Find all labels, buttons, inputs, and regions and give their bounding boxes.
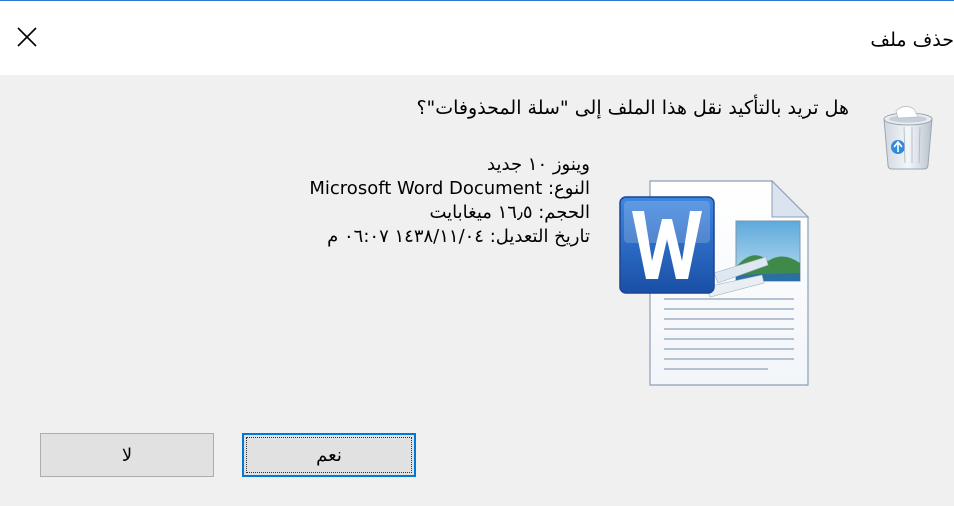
dialog-title: حذف ملف bbox=[870, 29, 954, 51]
file-modified-date: تاريخ التعديل: ١٤٣٨/١١/٠٤ ٠٦:٠٧ م bbox=[327, 226, 590, 247]
word-document-icon bbox=[618, 177, 816, 389]
no-button-label: لا bbox=[121, 444, 133, 466]
file-details: وينوز ١٠ جديد النوع: Microsoft Word Docu… bbox=[309, 153, 590, 249]
file-size: الحجم: ١٦٫٥ ميغابايت bbox=[429, 202, 590, 223]
confirmation-question: هل تريد بالتأكيد نقل هذا الملف إلى "سلة … bbox=[416, 97, 849, 119]
file-type: النوع: Microsoft Word Document bbox=[309, 177, 590, 201]
file-name: وينوز ١٠ جديد bbox=[487, 154, 590, 175]
title-bar: حذف ملف bbox=[0, 1, 954, 75]
recycle-bin-icon bbox=[874, 97, 942, 175]
file-type-value: Microsoft Word Document bbox=[309, 178, 543, 199]
file-type-label: النوع: bbox=[542, 178, 590, 199]
no-button[interactable]: لا bbox=[40, 433, 214, 477]
yes-button[interactable]: نعم bbox=[242, 433, 416, 477]
close-icon bbox=[17, 27, 37, 47]
close-button[interactable] bbox=[14, 21, 56, 63]
yes-button-label: نعم bbox=[316, 444, 342, 466]
delete-file-dialog: حذف ملف هل تريد بالتأكيد نقل هذا الملف إ… bbox=[0, 0, 954, 506]
